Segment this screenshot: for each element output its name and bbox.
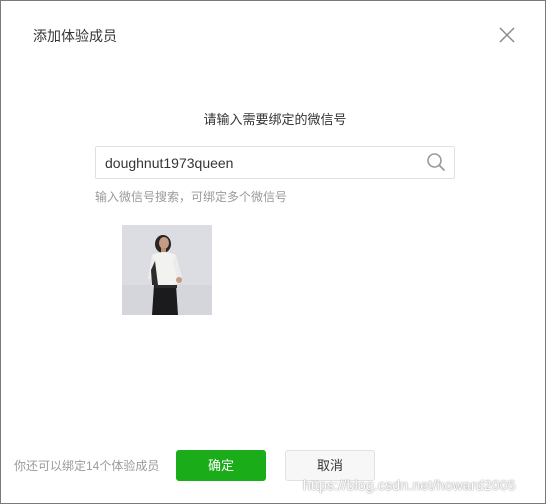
search-result-avatar[interactable]: [122, 225, 212, 315]
close-icon[interactable]: [497, 25, 517, 45]
search-icon[interactable]: [426, 152, 446, 172]
wechat-id-search-input[interactable]: [96, 147, 416, 178]
bind-prompt: 请输入需要绑定的微信号: [203, 112, 347, 127]
remaining-quota-note: 你还可以绑定14个体验成员: [14, 459, 160, 473]
search-box: [95, 146, 455, 179]
add-tester-dialog: 添加体验成员 请输入需要绑定的微信号 输入微信号搜索，可绑定多个微信号: [0, 0, 546, 504]
confirm-button[interactable]: 确定: [176, 450, 266, 481]
dialog-title: 添加体验成员: [33, 28, 117, 44]
user-avatar-photo: [122, 225, 212, 315]
search-hint: 输入微信号搜索，可绑定多个微信号: [95, 190, 288, 204]
watermark: https://blog.csdn.net/howard2005: [303, 477, 516, 493]
